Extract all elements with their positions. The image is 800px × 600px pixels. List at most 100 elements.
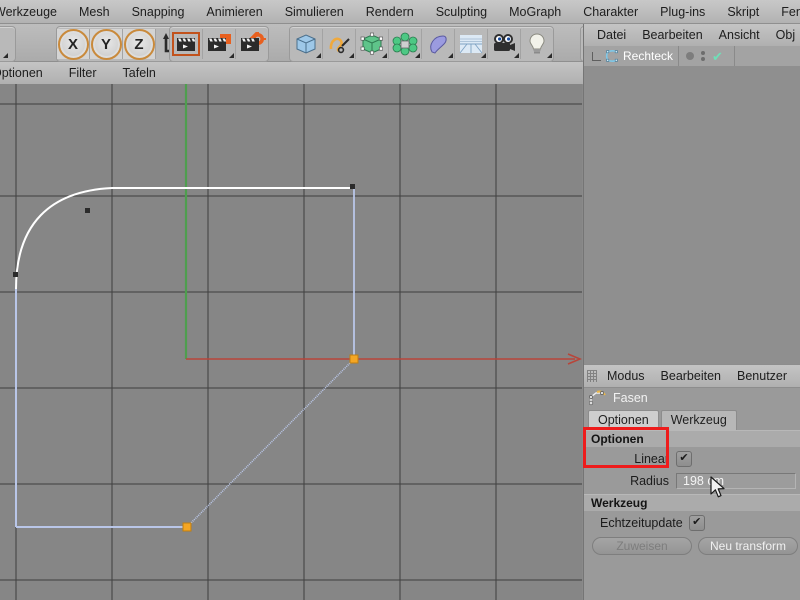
- tool-button-row: Zuweisen Neu transform: [584, 535, 800, 557]
- lock-z-axis-label: Z: [124, 29, 155, 60]
- light-button[interactable]: [521, 29, 553, 59]
- viewport-canvas: [0, 84, 582, 600]
- render-view-icon: [172, 32, 200, 56]
- object-menu-datei[interactable]: Datei: [589, 28, 634, 42]
- more-options-corner: [316, 53, 321, 58]
- more-options-corner: [448, 53, 453, 58]
- lock-x-axis-label: X: [58, 29, 89, 60]
- neu-transform-button[interactable]: Neu transform: [698, 537, 798, 555]
- render-view-button[interactable]: [170, 29, 203, 59]
- lock-y-axis-button[interactable]: Y: [90, 29, 123, 59]
- spline-vertex: [85, 208, 90, 213]
- object-row-name-cell[interactable]: Rechteck: [584, 46, 679, 66]
- spline-fillet-arc: [16, 188, 112, 289]
- section-header-optionen: Optionen: [584, 430, 800, 447]
- label-radius: Radius: [584, 474, 676, 488]
- object-menu-ansicht[interactable]: Ansicht: [711, 28, 768, 42]
- property-row-radius: Radius 198 cm: [584, 470, 800, 491]
- menu-item-mograph[interactable]: MoGraph: [498, 0, 572, 24]
- more-options-corner: [514, 53, 519, 58]
- more-options-corner: [481, 53, 486, 58]
- selected-point-corner: [183, 523, 191, 531]
- perspective-viewport[interactable]: [0, 84, 582, 600]
- main-menubar: Werkzeuge Mesh Snapping Animieren Simuli…: [0, 0, 800, 24]
- render-settings-button[interactable]: [236, 29, 268, 59]
- spline-vertex: [350, 184, 355, 189]
- zuweisen-button[interactable]: Zuweisen: [592, 537, 692, 555]
- more-options-corner: [415, 53, 420, 58]
- object-row-toggles[interactable]: ✔: [679, 46, 735, 66]
- section-header-werkzeug: Werkzeug: [584, 494, 800, 511]
- object-menu-bearbeiten[interactable]: Bearbeiten: [634, 28, 710, 42]
- viewport-menu-tafeln[interactable]: Tafeln: [110, 66, 169, 80]
- label-linear: Linear: [584, 452, 676, 466]
- input-radius[interactable]: 198 cm: [676, 473, 796, 489]
- menu-item-charakter[interactable]: Charakter: [572, 0, 649, 24]
- checkbox-echtzeitupdate[interactable]: ✔: [689, 515, 705, 531]
- viewport-grid: [0, 84, 582, 600]
- spline-edge-diagonal: [187, 361, 352, 527]
- attribute-tool-title: Fasen: [584, 386, 800, 410]
- object-row-label: Rechteck: [623, 49, 673, 63]
- viewport-menubar: Optionen Filter Tafeln: [0, 62, 583, 85]
- spline-rectangle-icon: [605, 49, 619, 63]
- selected-point-origin: [350, 355, 358, 363]
- lock-z-axis-button[interactable]: Z: [123, 29, 156, 59]
- more-options-corner: [229, 53, 234, 58]
- nurbs-generator-button[interactable]: [356, 29, 389, 59]
- menu-item-simulieren[interactable]: Simulieren: [274, 0, 355, 24]
- spline-vertex: [13, 272, 18, 277]
- more-options-corner: [349, 53, 354, 58]
- attribute-manager-menubar: Modus Bearbeiten Benutzer: [584, 364, 800, 388]
- attribute-tool-name: Fasen: [613, 391, 648, 405]
- viewport-menu-filter[interactable]: Filter: [56, 66, 110, 80]
- tab-optionen[interactable]: Optionen: [588, 410, 659, 430]
- floor-environment-button[interactable]: [455, 29, 488, 59]
- move-tool-icon: [0, 34, 1, 54]
- cube-primitive-button[interactable]: [290, 29, 323, 59]
- move-tool-button[interactable]: [0, 29, 9, 59]
- visibility-dot-icon[interactable]: [686, 52, 694, 60]
- property-row-linear: Linear ✔: [584, 448, 800, 469]
- menu-item-sculpting[interactable]: Sculpting: [425, 0, 498, 24]
- menu-item-fenster[interactable]: Fenster: [770, 0, 800, 24]
- attr-menu-bearbeiten[interactable]: Bearbeiten: [653, 369, 729, 383]
- menu-item-animieren[interactable]: Animieren: [195, 0, 273, 24]
- cinema4d-window: Werkzeuge Mesh Snapping Animieren Simuli…: [0, 0, 800, 600]
- menu-item-werkzeuge[interactable]: Werkzeuge: [0, 0, 68, 24]
- viewport-menu-optionen[interactable]: Optionen: [0, 66, 56, 80]
- menu-item-plugins[interactable]: Plug-ins: [649, 0, 716, 24]
- object-enabled-check[interactable]: ✔: [712, 50, 723, 63]
- object-manager-list[interactable]: Rechteck ✔: [584, 46, 800, 364]
- attr-menu-modus[interactable]: Modus: [599, 369, 653, 383]
- menu-item-mesh[interactable]: Mesh: [68, 0, 121, 24]
- attribute-tabs: Optionen Werkzeug: [584, 410, 800, 430]
- attr-menu-benutzer[interactable]: Benutzer: [729, 369, 795, 383]
- property-row-echtzeitupdate: Echtzeitupdate ✔: [584, 512, 800, 533]
- object-row-rechteck[interactable]: Rechteck ✔: [584, 46, 800, 66]
- render-region-button[interactable]: [203, 29, 236, 59]
- more-options-corner: [3, 53, 8, 58]
- bend-deformer-button[interactable]: [422, 29, 455, 59]
- menu-item-skript[interactable]: Skript: [716, 0, 770, 24]
- render-settings-icon: [238, 32, 266, 56]
- more-options-corner: [382, 53, 387, 58]
- toolbar-group-render: [169, 26, 269, 62]
- object-menu-objekte[interactable]: Obj: [768, 28, 800, 42]
- right-panel-column: Datei Bearbeiten Ansicht Obj: [583, 24, 800, 600]
- checkbox-linear[interactable]: ✔: [676, 451, 692, 467]
- hierarchy-connector-icon: [592, 52, 601, 61]
- menu-item-rendern[interactable]: Rendern: [355, 0, 425, 24]
- spline-pen-button[interactable]: [323, 29, 356, 59]
- array-deformer-button[interactable]: [389, 29, 422, 59]
- panel-grip-icon[interactable]: [587, 370, 597, 382]
- visibility-dots-icon[interactable]: [701, 51, 705, 61]
- object-manager-menubar: Datei Bearbeiten Ansicht Obj: [584, 24, 800, 47]
- lock-x-axis-button[interactable]: X: [57, 29, 90, 59]
- fasen-tool-icon: [589, 390, 607, 406]
- label-echtzeitupdate: Echtzeitupdate: [584, 516, 689, 530]
- lock-y-axis-label: Y: [91, 29, 122, 60]
- menu-item-snapping[interactable]: Snapping: [121, 0, 196, 24]
- camera-button[interactable]: [488, 29, 521, 59]
- tab-werkzeug[interactable]: Werkzeug: [661, 410, 737, 430]
